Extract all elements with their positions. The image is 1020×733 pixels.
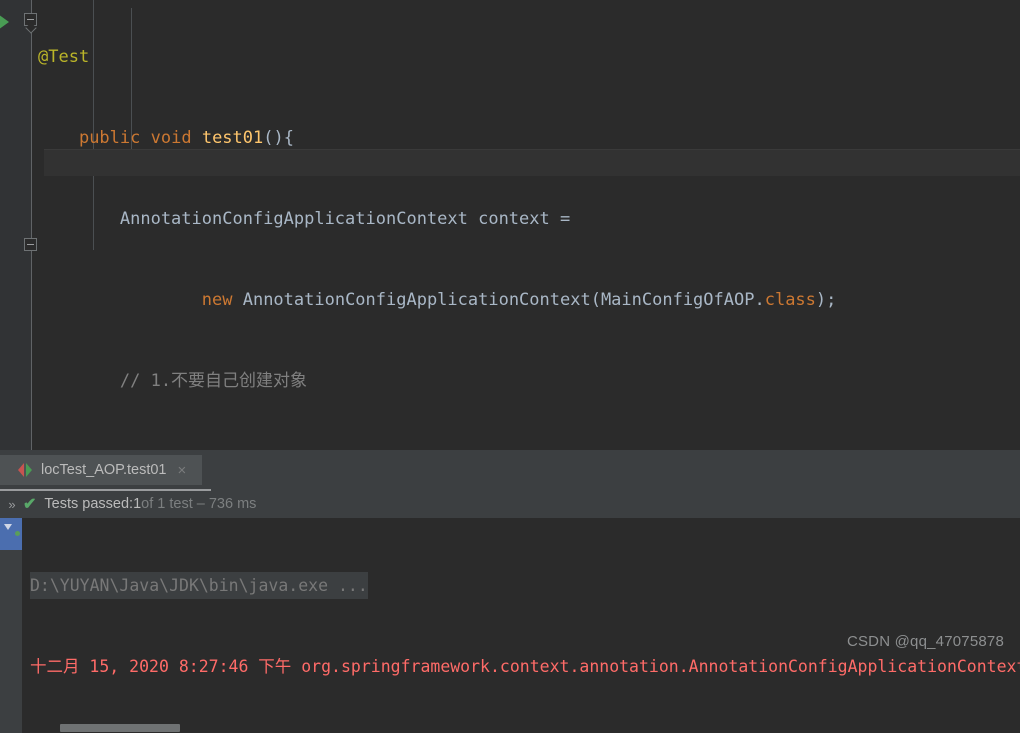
triangle-down-icon [4,524,12,530]
console-log-line: 十二月 15, 2020 8:27:46 下午 org.springframew… [30,657,1020,676]
console-toolbar-button[interactable] [0,518,22,550]
code-token: AnnotationConfigApplicationContext(MainC… [232,290,755,310]
scrollbar-thumb[interactable] [60,724,180,732]
console-line: 十二月 15, 2020 8:27:46 下午 org.springframew… [30,653,1020,680]
close-icon[interactable]: × [177,463,186,478]
console-output[interactable]: D:\YUYAN\Java\JDK\bin\java.exe ... 十二月 1… [0,518,1020,733]
code-token: test01 [201,128,264,148]
run-tab-label: locTest_AOP.test01 [41,462,167,478]
run-tab-loctest-aop-test01[interactable]: locTest_AOP.test01 × [0,455,203,485]
code-token: ); [815,290,837,310]
code-token: public [78,128,141,148]
run-config-icon [18,463,32,477]
code-token: // 1.不要自己创建对象 [38,371,308,391]
console-horizontal-scrollbar[interactable] [22,722,1020,733]
test-status-row: » ✔ Tests passed: 1 of 1 test – 736 ms [0,490,1020,518]
code-token: . [754,290,765,310]
code-line: // 1.不要自己创建对象 [38,368,1020,395]
code-token: AnnotationConfigApplicationContext conte… [38,209,571,229]
run-tool-window[interactable]: locTest_AOP.test01 × » ✔ Tests passed: 1… [0,450,1020,733]
fold-minus-glyph [27,19,34,20]
code-token: void [150,128,192,148]
code-token: @Test [38,47,90,67]
console-side-toolbar[interactable] [0,518,22,733]
fold-marker-class-icon[interactable] [24,238,37,251]
code-line: AnnotationConfigApplicationContext conte… [38,206,1020,233]
code-token: class [764,290,816,310]
status-dot-icon [15,531,20,536]
code-text[interactable]: @Test public void test01(){ AnnotationCo… [38,0,1020,450]
fold-marker-method-icon[interactable] [24,13,37,26]
code-editor[interactable]: @Test public void test01(){ AnnotationCo… [0,0,1020,450]
fold-minus-glyph [27,244,34,245]
csdn-watermark: CSDN @qq_47075878 [846,633,1004,650]
fold-region-line [31,0,32,450]
editor-gutter[interactable] [0,0,20,450]
console-line: D:\YUYAN\Java\JDK\bin\java.exe ... [30,572,1020,599]
tests-passed-label: Tests passed: [44,496,134,512]
tests-passed-check-icon: ✔ [23,496,37,513]
code-line: public void test01(){ [38,125,1020,152]
tests-passed-count: 1 [133,496,142,512]
run-test-arrow-icon[interactable] [0,14,9,30]
code-line: new AnnotationConfigApplicationContext(M… [38,287,1020,314]
code-token: new [201,290,233,310]
console-divider [22,518,23,733]
console-command-line: D:\YUYAN\Java\JDK\bin\java.exe ... [30,572,368,599]
expand-chevrons-icon[interactable]: » [3,497,21,512]
code-line: @Test [38,44,1020,71]
run-tab-bar[interactable]: locTest_AOP.test01 × [0,455,1020,491]
console-text-body[interactable]: D:\YUYAN\Java\JDK\bin\java.exe ... 十二月 1… [30,518,1020,733]
tests-passed-detail: of 1 test – 736 ms [141,496,257,512]
code-token: (){ [263,128,294,148]
